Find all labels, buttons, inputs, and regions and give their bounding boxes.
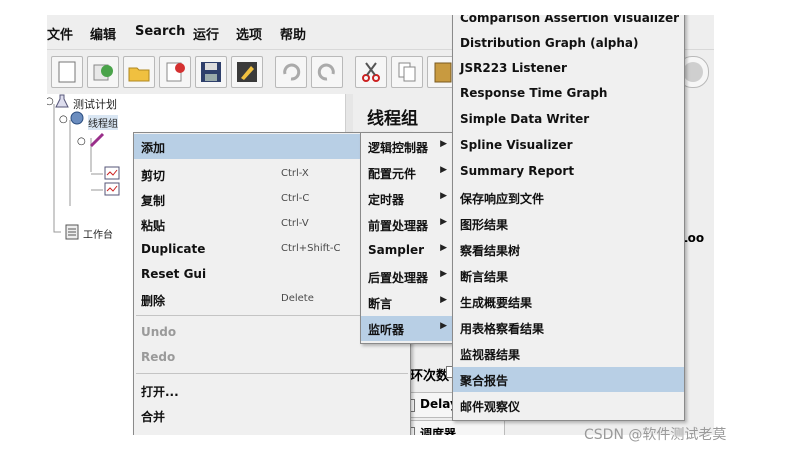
save-button[interactable] [195, 56, 227, 88]
listener-item[interactable]: 保存响应到文件 [453, 185, 684, 210]
listener-icon [104, 166, 120, 183]
context-item-redo[interactable]: Redo [134, 345, 410, 370]
menu-separator [136, 373, 408, 374]
add-item-assertion[interactable]: 断言 ▶ [361, 290, 453, 315]
submenu-arrow-icon: ▶ [440, 269, 447, 279]
templates-icon [93, 64, 113, 81]
add-item-config-element[interactable]: 配置元件 ▶ [361, 160, 453, 185]
add-item-sampler[interactable]: Sampler ▶ [361, 238, 453, 263]
undo-icon [283, 63, 301, 81]
listener-icon [104, 182, 120, 199]
submenu-arrow-icon: ▶ [440, 243, 447, 253]
add-item-pre-processor[interactable]: 前置处理器 ▶ [361, 212, 453, 237]
open-button[interactable] [123, 56, 155, 88]
listener-item-aggregate-report[interactable]: 聚合报告 [453, 367, 684, 392]
listener-item[interactable]: Response Time Graph [453, 81, 684, 106]
panel-title: 线程组 [367, 109, 418, 129]
submenu-arrow-icon: ▶ [440, 191, 447, 201]
listener-item[interactable]: Distribution Graph (alpha) [453, 31, 684, 56]
submenu-arrow-icon: ▶ [440, 165, 447, 175]
folder-icon [128, 67, 150, 82]
collapse-toggle[interactable]: ○ [59, 114, 68, 125]
new-plan-button[interactable] [51, 56, 83, 88]
submenu-arrow-icon: ▶ [440, 295, 447, 305]
watermark: CSDN @软件测试老莫 [584, 427, 727, 443]
menu-help[interactable]: 帮助 [280, 24, 306, 43]
close-plan-button[interactable] [159, 56, 191, 88]
collapse-toggle[interactable]: ○ [77, 136, 86, 147]
scissors-icon [362, 62, 380, 82]
listener-item[interactable]: Comparison Assertion Visualizer [453, 15, 684, 31]
listener-item[interactable]: Summary Report [453, 159, 684, 184]
gear-icon [70, 110, 84, 129]
tree-node-workbench[interactable]: 工作台 [83, 226, 113, 241]
add-submenu: 逻辑控制器 ▶ 配置元件 ▶ 定时器 ▶ 前置处理器 ▶ Sampler ▶ 后置处理器 ▶… [360, 132, 454, 344]
submenu-arrow-icon: ▶ [440, 321, 447, 331]
flask-icon [55, 94, 69, 111]
redo-button[interactable] [311, 56, 343, 88]
menu-search[interactable]: Search [135, 24, 185, 39]
context-item-truncated[interactable]: … [134, 425, 410, 435]
redo-icon [317, 63, 335, 81]
add-item-timer[interactable]: 定时器 ▶ [361, 186, 453, 211]
templates-button[interactable] [87, 56, 119, 88]
scheduler-label: 调度器 [420, 427, 457, 435]
save-icon [201, 62, 221, 82]
listener-item[interactable]: Spline Visualizer [453, 133, 684, 158]
menu-run[interactable]: 运行 [193, 24, 219, 43]
jmeter-window: 文件 编辑 Search 运行 选项 帮助 ○ 测试计划 ○ 线程组 ○ 工作台… [47, 15, 714, 435]
add-item-listener[interactable]: 监听器 ▶ [361, 316, 453, 341]
add-item-post-processor[interactable]: 后置处理器 ▶ [361, 264, 453, 289]
edit-icon [237, 62, 257, 82]
menu-options[interactable]: 选项 [236, 24, 262, 43]
listener-item[interactable]: 用表格察看结果 [453, 315, 684, 340]
tree-node-thread-group[interactable]: 线程组 [88, 115, 118, 130]
cut-button[interactable] [355, 56, 387, 88]
collapse-toggle[interactable]: ○ [47, 96, 54, 107]
copy-icon [398, 62, 416, 82]
menu-edit[interactable]: 编辑 [90, 24, 116, 43]
save-screen-button[interactable] [231, 56, 263, 88]
listener-item[interactable]: Simple Data Writer [453, 107, 684, 132]
workbench-icon [65, 224, 79, 243]
new-file-icon [58, 61, 76, 83]
submenu-arrow-icon: ▶ [440, 217, 447, 227]
listener-item[interactable]: 生成概要结果 [453, 289, 684, 314]
add-item-logic-controller[interactable]: 逻辑控制器 ▶ [361, 134, 453, 159]
listener-item[interactable]: 图形结果 [453, 211, 684, 236]
copy-button[interactable] [391, 56, 423, 88]
listener-item[interactable]: 断言结果 [453, 263, 684, 288]
listener-item[interactable]: 监视器结果 [453, 341, 684, 366]
menu-file[interactable]: 文件 [47, 24, 73, 43]
close-file-icon [166, 62, 185, 82]
listener-item[interactable]: 邮件观察仪 [453, 393, 684, 418]
context-item-open[interactable]: 打开... [134, 378, 410, 403]
pipette-icon [89, 130, 107, 151]
listener-item[interactable]: 察看结果树 [453, 237, 684, 262]
listener-item[interactable]: JSR223 Listener [453, 56, 684, 81]
undo-button[interactable] [275, 56, 307, 88]
listener-submenu: Comparison Assertion Visualizer Distribu… [452, 15, 685, 421]
submenu-arrow-icon: ▶ [440, 139, 447, 149]
